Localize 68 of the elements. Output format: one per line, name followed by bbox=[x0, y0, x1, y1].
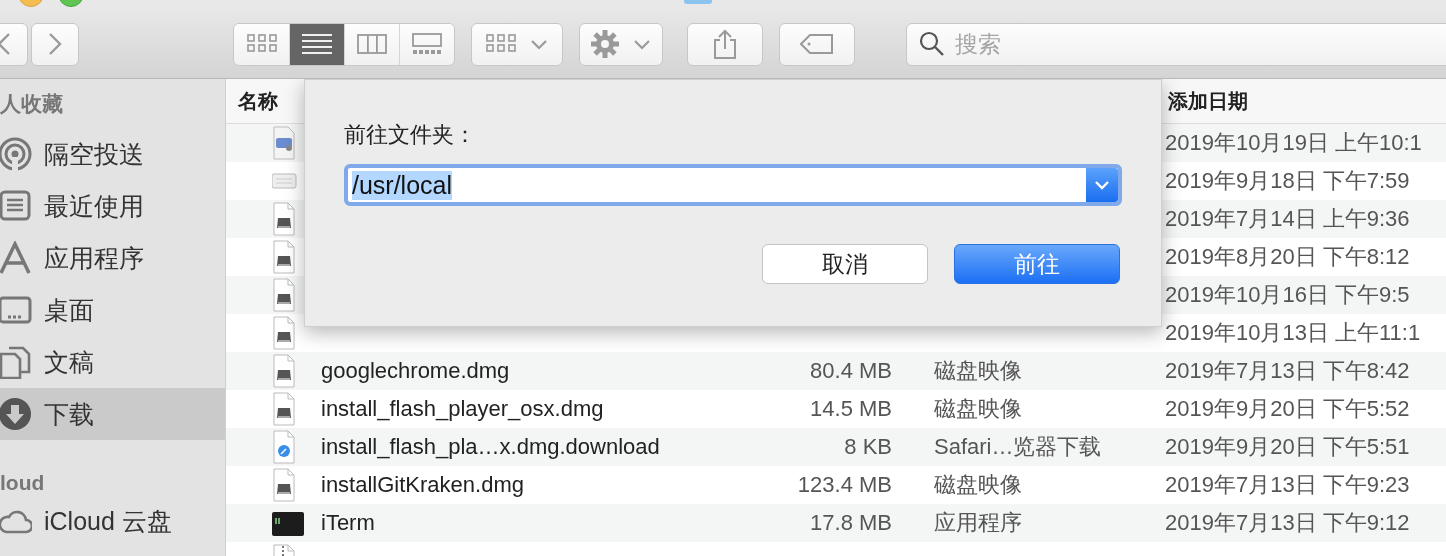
chevron-down-icon bbox=[530, 38, 548, 50]
view-mode-button[interactable] bbox=[289, 23, 344, 65]
sidebar-item[interactable]: iCloud 云盘 bbox=[0, 495, 225, 547]
file-size: 14.5 MB bbox=[810, 396, 892, 421]
sidebar-item[interactable]: 下载 bbox=[0, 388, 225, 440]
sidebar-item[interactable]: 隔空投送 bbox=[0, 128, 225, 180]
search-icon bbox=[919, 31, 945, 57]
chevron-down-icon bbox=[633, 38, 651, 50]
tray-icon bbox=[0, 189, 32, 223]
date-added: 2019年8月20日 下午8:12 bbox=[1165, 244, 1410, 269]
date-added: 2019年10月19日 上午10:1 bbox=[1165, 130, 1422, 155]
file-kind: 磁盘映像 bbox=[934, 358, 1022, 383]
settings-icon bbox=[591, 30, 619, 58]
sidebar-item[interactable]: 文稿 bbox=[0, 336, 225, 388]
column-header[interactable]: 添加日期 bbox=[1168, 89, 1248, 112]
view-mode-button[interactable] bbox=[234, 23, 289, 65]
date-added: 2019年7月13日 下午8:42 bbox=[1165, 358, 1410, 383]
view-mode-button[interactable] bbox=[399, 23, 454, 65]
date-added: 2019年7月13日 下午9:23 bbox=[1165, 472, 1410, 497]
dropdown-button[interactable] bbox=[1086, 168, 1118, 202]
date-added: 2019年9月20日 下午5:52 bbox=[1165, 396, 1410, 421]
share-button[interactable] bbox=[687, 22, 763, 66]
date-added: 2019年10月13日 上午11:1 bbox=[1165, 320, 1421, 345]
gallery-icon[interactable] bbox=[412, 33, 442, 55]
list-icon[interactable] bbox=[302, 33, 332, 55]
file-size: 123.4 MB bbox=[797, 472, 892, 497]
date-added: 2019年7月14日 上午9:36 bbox=[1165, 206, 1410, 231]
sidebar-section-title: loud bbox=[0, 471, 45, 495]
sidebar-section-title: 人收藏 bbox=[0, 90, 63, 117]
folder-path-field[interactable]: /usr/local bbox=[344, 164, 1122, 206]
file-name: install_flash_player_osx.dmg bbox=[321, 396, 604, 422]
dialog-button[interactable]: 取消 bbox=[762, 244, 928, 284]
grid-icon[interactable] bbox=[246, 33, 277, 55]
date-added: 2019年9月20日 下午5:51 bbox=[1165, 434, 1410, 459]
sidebar-item[interactable]: 最近使用 bbox=[0, 180, 225, 232]
file-kind: 磁盘映像 bbox=[934, 472, 1022, 497]
date-added: 2019年10月16日 下午9:5 bbox=[1165, 282, 1410, 307]
download-icon bbox=[0, 397, 32, 431]
dialog-title: 前往文件夹： bbox=[344, 121, 476, 149]
sidebar-item[interactable]: 桌面 bbox=[0, 284, 225, 336]
file-kind: 磁盘映像 bbox=[934, 396, 1022, 421]
file-name: installGitKraken.dmg bbox=[321, 472, 524, 498]
tag-icon bbox=[800, 34, 834, 54]
date-added: 2019年9月18日 下午7:59 bbox=[1165, 168, 1410, 193]
file-name: install_flash_pla…x.dmg.download bbox=[321, 434, 660, 460]
chevron-right-icon bbox=[48, 32, 62, 56]
file-kind: Safari…览器下载 bbox=[934, 434, 1102, 459]
documents-icon bbox=[0, 345, 32, 379]
group-menu-button[interactable] bbox=[471, 22, 563, 66]
file-kind: 应用程序 bbox=[934, 510, 1022, 535]
date-added: 2019年7月13日 下午9:12 bbox=[1165, 510, 1410, 535]
file-size: 17.8 MB bbox=[810, 510, 892, 535]
file-size: 8 KB bbox=[844, 434, 892, 459]
sidebar-item[interactable]: 应用程序 bbox=[0, 232, 225, 284]
view-mode-button[interactable] bbox=[344, 23, 399, 65]
file-name: googlechrome.dmg bbox=[321, 358, 510, 384]
apps-icon bbox=[0, 241, 32, 275]
grid-icon[interactable] bbox=[486, 33, 516, 55]
share-icon bbox=[713, 29, 737, 59]
column-header[interactable]: 名称 bbox=[238, 89, 278, 112]
columns-icon[interactable] bbox=[357, 33, 387, 55]
chevron-down-icon bbox=[1094, 180, 1110, 190]
action-menu-button[interactable] bbox=[579, 22, 663, 66]
file-size: 80.4 MB bbox=[810, 358, 892, 383]
tag-button[interactable] bbox=[779, 22, 855, 66]
forward-button[interactable] bbox=[31, 22, 79, 66]
file-name: iTerm bbox=[321, 510, 375, 536]
chevron-left-icon bbox=[0, 32, 11, 56]
